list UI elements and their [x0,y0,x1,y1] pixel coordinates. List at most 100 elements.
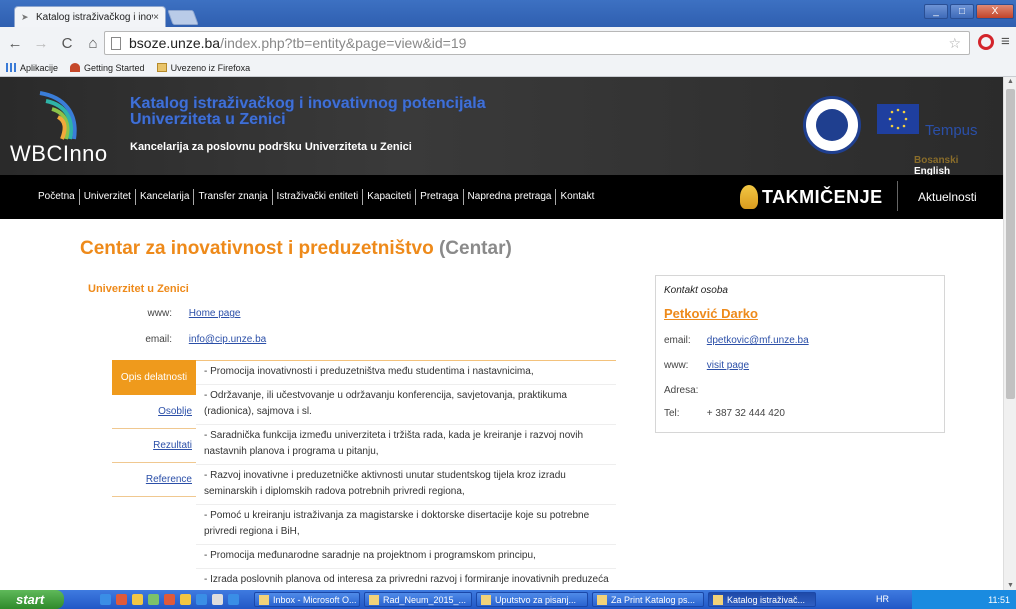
chrome-icon [713,594,723,605]
tab-reference[interactable]: Reference [112,463,196,497]
browser-tab[interactable]: ➤ Katalog istraživačkog i inova… × [14,6,166,27]
nav-aktuelnosti[interactable]: Aktuelnosti [918,190,977,204]
contact-www-label: www: [664,360,689,371]
university-name: Univerzitet u Zenici [88,283,189,295]
start-button[interactable]: start [0,590,64,609]
main-navigation: Početna Univerzitet Kancelarija Transfer… [0,175,1003,219]
description-item: - Pomoć u kreiranju istraživanja za magi… [196,505,616,545]
header-title-line2: Univerziteta u Zenici [130,111,286,128]
nav-transfer-znanja[interactable]: Transfer znanja [194,189,273,205]
maximize-button[interactable]: □ [950,4,974,19]
apps-icon [6,63,16,72]
quicklaunch-icon[interactable] [212,594,223,605]
contact-email-row: email: dpetkovic@mf.unze.ba [664,335,809,346]
description-item: - Održavanje, ili učestvovanje u održava… [196,385,616,425]
new-tab-button[interactable] [167,10,199,25]
home-icon[interactable]: ⌂ [82,35,104,52]
takmicenje-banner[interactable]: TAKMIČENJE [740,181,883,213]
language-switcher: Bosanski English [914,155,1003,177]
outlook-icon [259,594,269,605]
task-label: Katalog istraživač... [727,594,806,605]
www-label: www: [147,308,172,319]
description-item: - Izrada poslovnih planova od interesa z… [196,569,616,590]
back-arrow-icon[interactable]: ← [4,35,26,52]
email-link[interactable]: info@cip.unze.ba [189,334,266,345]
quicklaunch-icon[interactable] [132,594,143,605]
nav-istrazivacki-entiteti[interactable]: Istraživački entiteti [273,189,364,205]
folder-icon [156,63,167,72]
scroll-up-icon[interactable]: ▲ [1007,78,1014,85]
brand-name[interactable]: WBCInno [10,141,108,167]
taskbar-item-active[interactable]: Katalog istraživač... [708,592,816,607]
taskbar-item[interactable]: Za Print Katalog ps... [592,592,704,607]
nav-univerzitet[interactable]: Univerzitet [80,189,136,205]
getting-started-icon [70,63,81,72]
browser-toolbar: ← → C ⌂ bsoze.unze.ba/index.php?tb=entit… [0,27,1016,59]
bookmark-imported-folder[interactable]: Uvezeno iz Firefoxa [156,62,251,73]
home-page-link[interactable]: Home page [189,308,241,319]
lightbulb-icon [740,185,758,209]
language-indicator[interactable]: HR [876,594,889,604]
nav-napredna-pretraga[interactable]: Napredna pretraga [464,189,557,205]
forward-arrow-icon[interactable]: → [30,35,52,52]
quicklaunch-icon[interactable] [164,594,175,605]
task-label: Rad_Neum_2015_... [383,594,467,605]
nav-pretraga[interactable]: Pretraga [416,189,464,205]
menu-icon[interactable]: ≡ [1001,33,1010,50]
contact-address-label: Adresa: [664,385,699,396]
tab-close-icon[interactable]: × [153,12,159,23]
contact-visit-page-link[interactable]: visit page [707,360,749,371]
tab-rezultati[interactable]: Rezultati [112,429,196,463]
taskbar-item[interactable]: Uputstvo za pisanj... [476,592,588,607]
system-tray: 11:51 [912,590,1016,609]
minimize-button[interactable]: _ [924,4,948,19]
nav-pocetna[interactable]: Početna [34,189,80,205]
nav-kapaciteti[interactable]: Kapaciteti [363,189,417,205]
quicklaunch-icon[interactable] [100,594,111,605]
quicklaunch-icon[interactable] [228,594,239,605]
taskbar-item[interactable]: Rad_Neum_2015_... [364,592,472,607]
eu-flag-icon [877,104,919,134]
contact-email-link[interactable]: dpetkovic@mf.unze.ba [707,335,809,346]
nav-kontakt[interactable]: Kontakt [556,189,598,205]
bookmark-label: Uvezeno iz Firefoxa [170,62,251,73]
header-subtitle: Kancelarija za poslovnu podršku Univerzi… [130,141,412,153]
email-row: email: info@cip.unze.ba [118,334,266,345]
quicklaunch-icon[interactable] [116,594,127,605]
address-bar[interactable]: bsoze.unze.ba/index.php?tb=entity&page=v… [104,31,970,55]
entity-abbreviation: (Centar) [438,238,512,259]
contact-card: Kontakt osoba Petković Darko email: dpet… [655,275,945,433]
contact-tel-row: Tel: + 387 32 444 420 [664,408,785,419]
close-window-button[interactable]: X [976,4,1014,19]
taskbar-item[interactable]: Inbox - Microsoft O... [254,592,360,607]
quicklaunch-icon[interactable] [180,594,191,605]
clock[interactable]: 11:51 [988,595,1010,605]
word-document-icon [369,594,379,605]
quicklaunch-icon[interactable] [196,594,207,605]
tab-osoblje[interactable]: Osoblje [112,395,196,429]
tempus-logo: Tempus [925,122,978,139]
opera-extension-icon[interactable] [978,34,994,50]
contact-name-link[interactable]: Petković Darko [664,306,758,321]
task-label: Uputstvo za pisanj... [495,594,577,605]
page-scrollbar[interactable]: ▲ ▼ [1003,77,1016,590]
wbcinno-logo-icon [39,91,77,140]
entity-name: Centar za inovativnost i preduzetništvo [80,238,434,259]
scrollbar-thumb[interactable] [1006,89,1015,399]
lang-bosanski-link[interactable]: Bosanski [914,155,958,166]
bookmark-apps[interactable]: Aplikacije [6,63,58,73]
scroll-down-icon[interactable]: ▼ [1007,582,1014,589]
tab-opis-delatnosti[interactable]: Opis delatnosti [112,360,196,395]
description-item: - Promocija međunarodne saradnje na proj… [196,545,616,569]
quicklaunch-icon[interactable] [148,594,159,605]
bookmarks-bar: Aplikacije Getting Started Uvezeno iz Fi… [0,59,1016,77]
bookmark-getting-started[interactable]: Getting Started [70,63,145,73]
site-header: WBCInno Katalog istraživačkog i inovativ… [0,77,1003,177]
contact-tel: + 387 32 444 420 [706,408,785,419]
bookmark-star-icon[interactable]: ☆ [948,35,961,52]
nav-kancelarija[interactable]: Kancelarija [136,189,195,205]
bookmark-label: Aplikacije [20,62,59,73]
reload-icon[interactable]: C [56,35,78,52]
url-host: bsoze.unze.ba [129,35,221,51]
description-item: - Promocija inovativnosti i preduzetništ… [196,361,616,385]
